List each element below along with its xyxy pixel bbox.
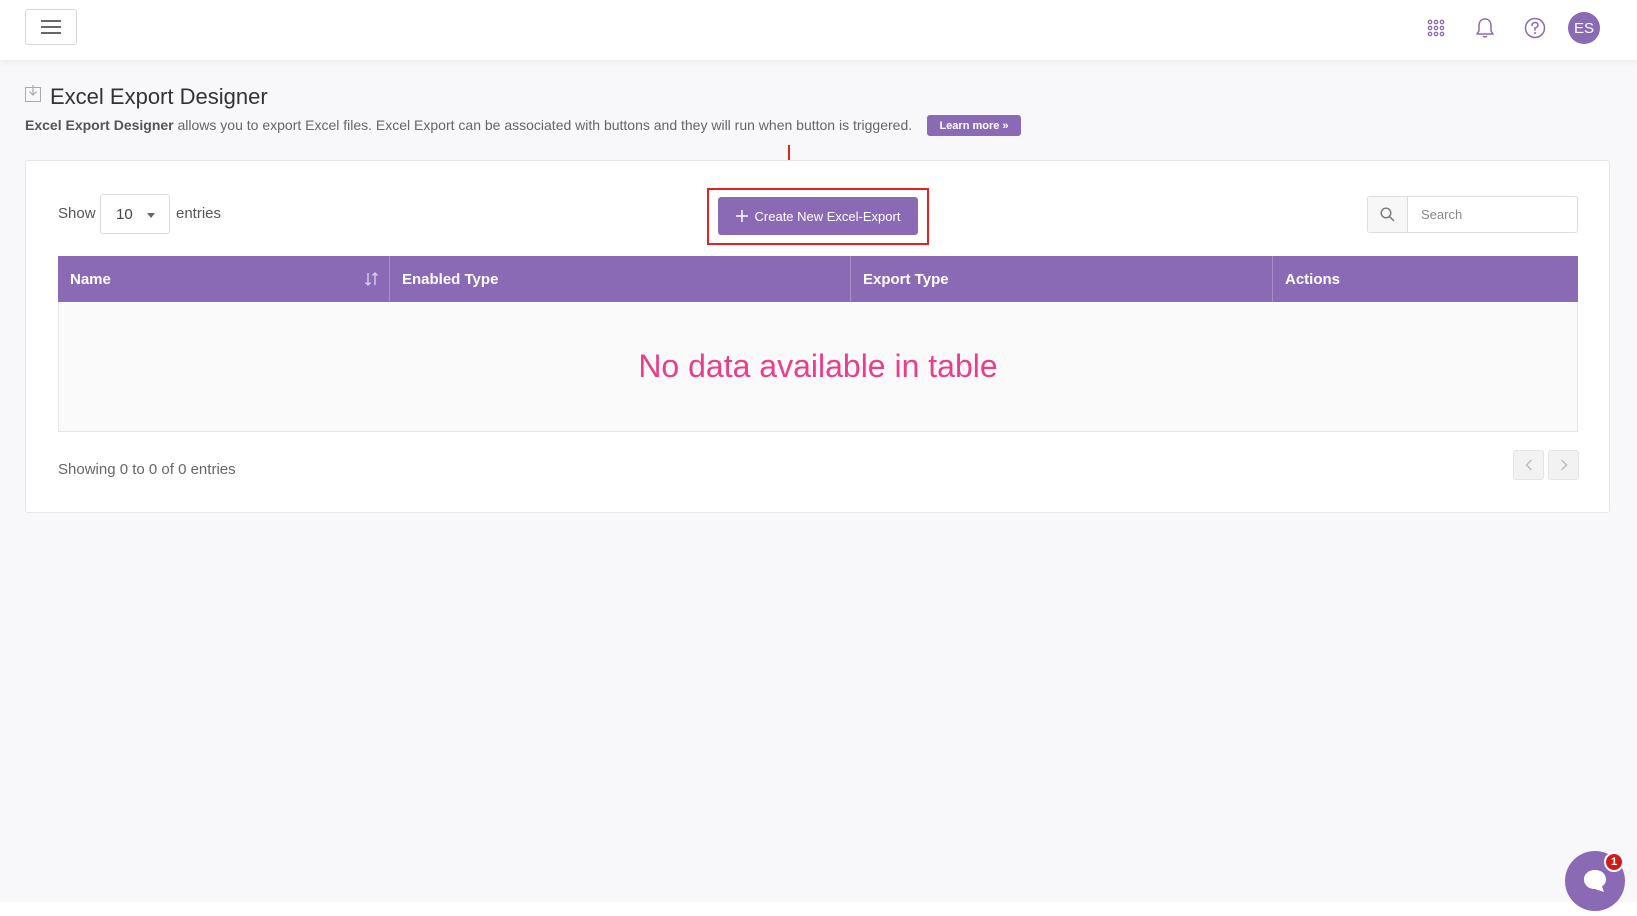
download-icon (25, 85, 41, 102)
caret-down-icon (147, 213, 155, 218)
learn-more-button[interactable]: Learn more » (927, 115, 1021, 136)
search-button[interactable] (1368, 197, 1408, 232)
top-navbar: ES (0, 0, 1637, 60)
exports-card: Show 10 entries Create New Excel-Export … (25, 160, 1610, 513)
apps-grid-button[interactable] (1422, 14, 1450, 42)
user-avatar[interactable]: ES (1568, 12, 1600, 44)
page-description: Excel Export Designer allows you to expo… (25, 117, 912, 133)
search-box (1367, 196, 1578, 233)
menu-toggle-button[interactable] (25, 9, 77, 45)
bell-icon (1476, 18, 1494, 38)
previous-page-button[interactable] (1513, 450, 1544, 480)
column-header-actions[interactable]: Actions (1273, 256, 1578, 302)
chevron-left-icon (1525, 459, 1532, 471)
column-header-export-type-label: Export Type (863, 270, 949, 288)
bottom-strip (0, 902, 1637, 916)
help-icon (1524, 17, 1546, 39)
sort-icon (365, 272, 378, 286)
table-header: Name Enabled Type Export Type Actions (58, 256, 1578, 302)
entries-per-page-value: 10 (116, 206, 133, 223)
next-page-button[interactable] (1548, 450, 1579, 480)
help-button[interactable] (1521, 14, 1549, 42)
page-description-text: allows you to export Excel files. Excel … (173, 117, 913, 133)
notifications-button[interactable] (1471, 14, 1499, 42)
showing-entries-text: Showing 0 to 0 of 0 entries (58, 461, 236, 478)
chevron-right-icon (1560, 459, 1567, 471)
column-header-name[interactable]: Name (58, 256, 390, 302)
table-body: No data available in table (58, 302, 1578, 432)
column-header-actions-label: Actions (1285, 270, 1341, 288)
menu-icon (41, 20, 61, 34)
search-icon (1380, 207, 1395, 222)
entries-label: entries (176, 205, 222, 222)
page-description-bold: Excel Export Designer (25, 117, 174, 133)
plus-icon (735, 210, 748, 222)
create-new-excel-export-button[interactable]: Create New Excel-Export (718, 197, 918, 235)
chat-icon (1584, 870, 1606, 892)
show-label: Show (58, 205, 96, 222)
create-button-label: Create New Excel-Export (754, 208, 901, 224)
chat-notification-badge: 1 (1604, 852, 1624, 872)
column-header-export-type[interactable]: Export Type (851, 256, 1273, 302)
page-title: Excel Export Designer (50, 84, 268, 109)
search-input[interactable] (1408, 197, 1577, 232)
column-header-name-label: Name (70, 270, 111, 288)
column-header-enabled-type-label: Enabled Type (402, 270, 499, 288)
column-header-enabled-type[interactable]: Enabled Type (390, 256, 851, 302)
empty-table-message: No data available in table (638, 348, 998, 384)
apps-grid-icon (1427, 19, 1445, 37)
entries-per-page-select[interactable]: 10 (100, 194, 170, 234)
